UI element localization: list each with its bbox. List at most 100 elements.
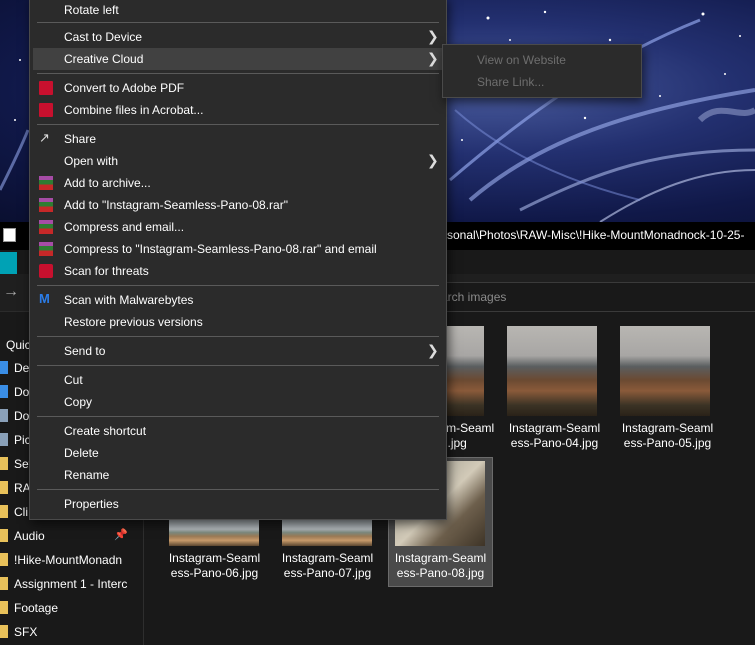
menu-item-label: Copy — [64, 395, 93, 409]
nav-item-label: De — [14, 361, 30, 375]
menu-item-add-to-archive[interactable]: Add to archive... — [33, 172, 443, 194]
creative-cloud-submenu: View on Website Share Link... — [442, 44, 642, 98]
file-thumbnail — [282, 518, 372, 546]
folder-icon — [0, 529, 8, 542]
explorer-app-icon — [3, 228, 16, 242]
file-thumbnail — [507, 326, 597, 416]
menu-item-label: Share — [64, 132, 97, 146]
winrar-icon — [39, 242, 53, 256]
menu-item-combine-acrobat[interactable]: Combine files in Acrobat... — [33, 99, 443, 121]
menu-item-label: Cut — [64, 373, 83, 387]
search-placeholder: arch images — [441, 290, 507, 304]
acrobat-combine-icon — [39, 103, 53, 117]
menu-item-label: Create shortcut — [64, 424, 147, 438]
menu-item-restore-versions[interactable]: Restore previous versions — [33, 311, 443, 333]
winrar-icon — [39, 198, 53, 212]
menu-item-label: Delete — [64, 446, 99, 460]
folder-icon — [0, 577, 8, 590]
menu-item-label: Scan with Malwarebytes — [64, 293, 194, 307]
documents-icon — [0, 409, 8, 422]
menu-separator — [37, 336, 439, 337]
share-icon: ↗ — [39, 130, 50, 145]
nav-item-label: !Hike-MountMonadn — [14, 553, 123, 567]
menu-item-scan-threats[interactable]: Scan for threats — [33, 260, 443, 282]
nav-item-folder[interactable]: SFX — [0, 621, 128, 643]
nav-item-folder[interactable]: Footage — [0, 597, 128, 619]
menu-separator — [37, 365, 439, 366]
chevron-right-icon: ❯ — [427, 28, 439, 44]
file-thumbnail — [620, 326, 710, 416]
menu-item-properties[interactable]: Properties — [33, 493, 443, 515]
chevron-right-icon: ❯ — [427, 342, 439, 358]
nav-item-label: Audio — [14, 529, 45, 543]
menu-separator — [37, 73, 439, 74]
menu-item-cut[interactable]: Cut — [33, 369, 443, 391]
nav-item-label: Footage — [14, 601, 59, 615]
file-name: Instagram-Seaml ess-Pano-07.jpg — [281, 551, 374, 580]
file-name: Instagram-Seaml ess-Pano-08.jpg — [394, 551, 487, 580]
menu-item-open-with[interactable]: Open with ❯ — [33, 150, 443, 172]
file-thumbnail — [169, 518, 259, 546]
quick-access-label[interactable]: Quic — [6, 338, 31, 352]
menu-item-share[interactable]: ↗ Share — [33, 128, 443, 150]
menu-item-compress-rar-email[interactable]: Compress to "Instagram-Seamless-Pano-08.… — [33, 238, 443, 260]
context-menu: Rotate left Cast to Device ❯ Creative Cl… — [29, 0, 447, 520]
menu-item-label: Scan for threats — [64, 264, 149, 278]
folder-icon — [0, 625, 8, 638]
menu-separator — [37, 489, 439, 490]
nav-item-label: SFX — [14, 625, 38, 639]
file-name: Instagram-Seaml ess-Pano-06.jpg — [168, 551, 261, 580]
nav-item-folder[interactable]: !Hike-MountMonadn — [0, 549, 128, 571]
menu-item-label: Add to "Instagram-Seamless-Pano-08.rar" — [64, 198, 288, 212]
nav-item-label: Assignment 1 - Interc — [14, 577, 128, 591]
menu-item-cast-to-device[interactable]: Cast to Device ❯ — [33, 26, 443, 48]
forward-arrow-icon[interactable]: → — [3, 283, 19, 301]
menu-item-creative-cloud[interactable]: Creative Cloud ❯ — [33, 48, 443, 70]
winrar-icon — [39, 220, 53, 234]
menu-separator — [37, 124, 439, 125]
menu-item-send-to[interactable]: Send to ❯ — [33, 340, 443, 362]
menu-item-create-shortcut[interactable]: Create shortcut — [33, 420, 443, 442]
download-arrow-icon — [0, 385, 8, 398]
folder-icon — [0, 457, 8, 470]
folder-icon — [0, 481, 8, 494]
menu-item-label: Restore previous versions — [64, 315, 203, 329]
menu-item-delete[interactable]: Delete — [33, 442, 443, 464]
submenu-item-view-on-website: View on Website — [477, 53, 566, 67]
menu-separator — [37, 22, 439, 23]
menu-item-add-to-rar[interactable]: Add to "Instagram-Seamless-Pano-08.rar" — [33, 194, 443, 216]
menu-item-label: Compress to "Instagram-Seamless-Pano-08.… — [64, 242, 377, 256]
nav-item-label: Do — [14, 385, 30, 399]
chevron-right-icon: ❯ — [427, 152, 439, 168]
menu-item-label: Combine files in Acrobat... — [64, 103, 204, 117]
menu-item-copy[interactable]: Copy — [33, 391, 443, 413]
menu-item-label: Convert to Adobe PDF — [64, 81, 185, 95]
ribbon-tab[interactable] — [0, 252, 17, 274]
nav-item-folder[interactable]: Assignment 1 - Interc — [0, 573, 128, 595]
chevron-right-icon: ❯ — [427, 50, 439, 66]
menu-item-label: Add to archive... — [64, 176, 151, 190]
menu-item-rename[interactable]: Rename — [33, 464, 443, 486]
menu-item-label: Rename — [64, 468, 110, 482]
menu-item-convert-to-pdf[interactable]: Convert to Adobe PDF — [33, 77, 443, 99]
nav-item-folder-audio[interactable]: Audio 📌 — [0, 525, 128, 547]
pictures-icon — [0, 433, 8, 446]
menu-item-scan-malwarebytes[interactable]: M Scan with Malwarebytes — [33, 289, 443, 311]
menu-item-rotate-left[interactable]: Rotate left — [33, 0, 443, 21]
mcafee-shield-icon — [39, 264, 53, 278]
window-path-title: sonal\Photos\RAW-Misc\!Hike-MountMonadno… — [447, 228, 745, 242]
menu-item-label: Creative Cloud — [64, 52, 144, 66]
file-name: Instagram-Seaml ess-Pano-04.jpg — [508, 421, 601, 450]
winrar-icon — [39, 176, 53, 190]
search-box[interactable]: arch images — [440, 282, 755, 312]
pin-icon[interactable]: 📌 — [114, 528, 128, 541]
menu-item-label: Cast to Device — [64, 30, 143, 44]
menu-separator — [37, 416, 439, 417]
menu-item-label: Open with — [64, 154, 119, 168]
malwarebytes-icon: M — [39, 291, 50, 306]
menu-item-label: Rotate left — [64, 3, 119, 17]
folder-icon — [0, 505, 8, 518]
desktop-icon — [0, 361, 8, 374]
menu-item-compress-email[interactable]: Compress and email... — [33, 216, 443, 238]
file-name: Instagram-Seaml ess-Pano-05.jpg — [621, 421, 714, 450]
